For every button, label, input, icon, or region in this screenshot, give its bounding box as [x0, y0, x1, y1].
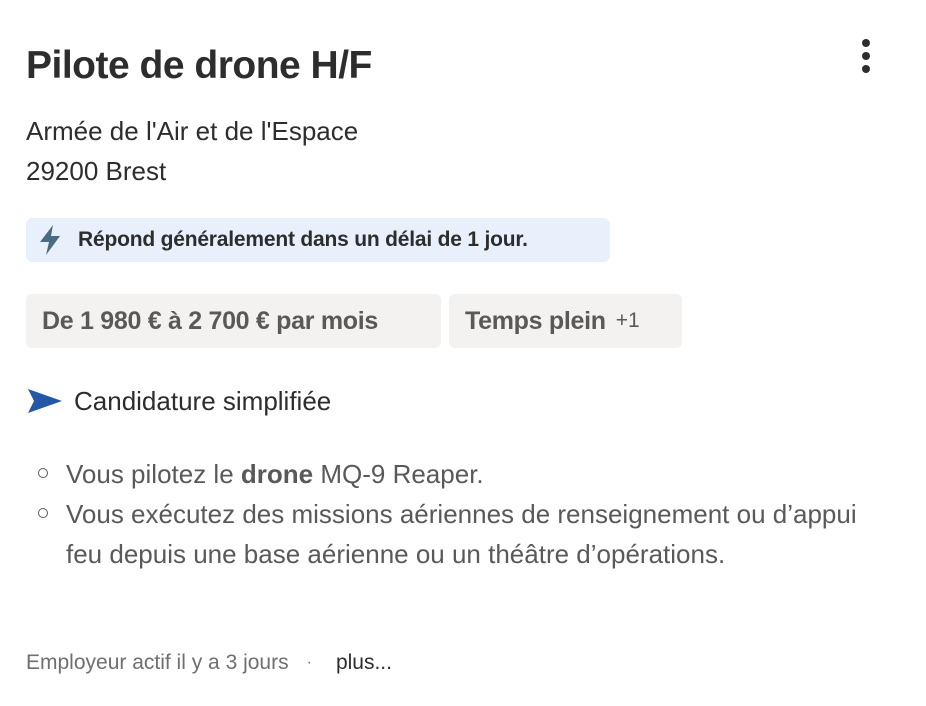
salary-chip[interactable]: De 1 980 € à 2 700 € par mois: [26, 294, 441, 348]
job-location: 29200 Brest: [26, 156, 167, 186]
snippet-highlight: drone: [240, 459, 314, 489]
snippet-text: Vous exécutez des missions aériennes de …: [66, 499, 857, 569]
job-card[interactable]: Pilote de drone H/F Armée de l'Air et de…: [0, 0, 926, 706]
list-item: Vous pilotez le drone MQ-9 Reaper.: [26, 454, 866, 494]
easy-apply-label: Candidature simplifiée: [74, 385, 332, 416]
more-options-icon-dot: [862, 52, 870, 60]
job-type-text: Temps plein: [465, 306, 606, 335]
response-time-badge: Répond généralement dans un délai de 1 j…: [26, 218, 610, 262]
job-snippet: Vous pilotez le drone MQ-9 Reaper. Vous …: [26, 454, 866, 574]
job-type-chip[interactable]: Temps plein +1: [449, 294, 682, 348]
bullet-icon: [38, 508, 48, 518]
salary-text: De 1 980 € à 2 700 € par mois: [42, 306, 378, 335]
employer-activity: Employeur actif il y a 3 jours: [26, 651, 289, 674]
list-item: Vous exécutez des missions aériennes de …: [26, 494, 866, 574]
send-arrow-icon: [28, 389, 62, 413]
bullet-icon: [38, 468, 48, 478]
response-time-text: Répond généralement dans un délai de 1 j…: [78, 228, 528, 251]
more-link[interactable]: plus...: [336, 651, 392, 675]
bolt-icon: [38, 224, 66, 256]
company-name: Armée de l'Air et de l'Espace: [26, 116, 359, 146]
snippet-text-before: Vous pilotez le: [66, 459, 241, 489]
more-options-button[interactable]: [846, 32, 886, 80]
snippet-text-after: MQ-9 Reaper.: [313, 459, 484, 489]
job-title[interactable]: Pilote de drone H/F: [26, 40, 372, 92]
footer-separator: ·: [306, 654, 312, 671]
job-footer: Employeur actif il y a 3 jours · plus...: [26, 648, 392, 678]
more-options-icon: [862, 39, 870, 47]
easy-apply-indicator: Candidature simplifiée: [26, 382, 331, 420]
job-type-extra-count: +1: [615, 309, 640, 332]
more-options-icon-dot: [862, 65, 870, 73]
